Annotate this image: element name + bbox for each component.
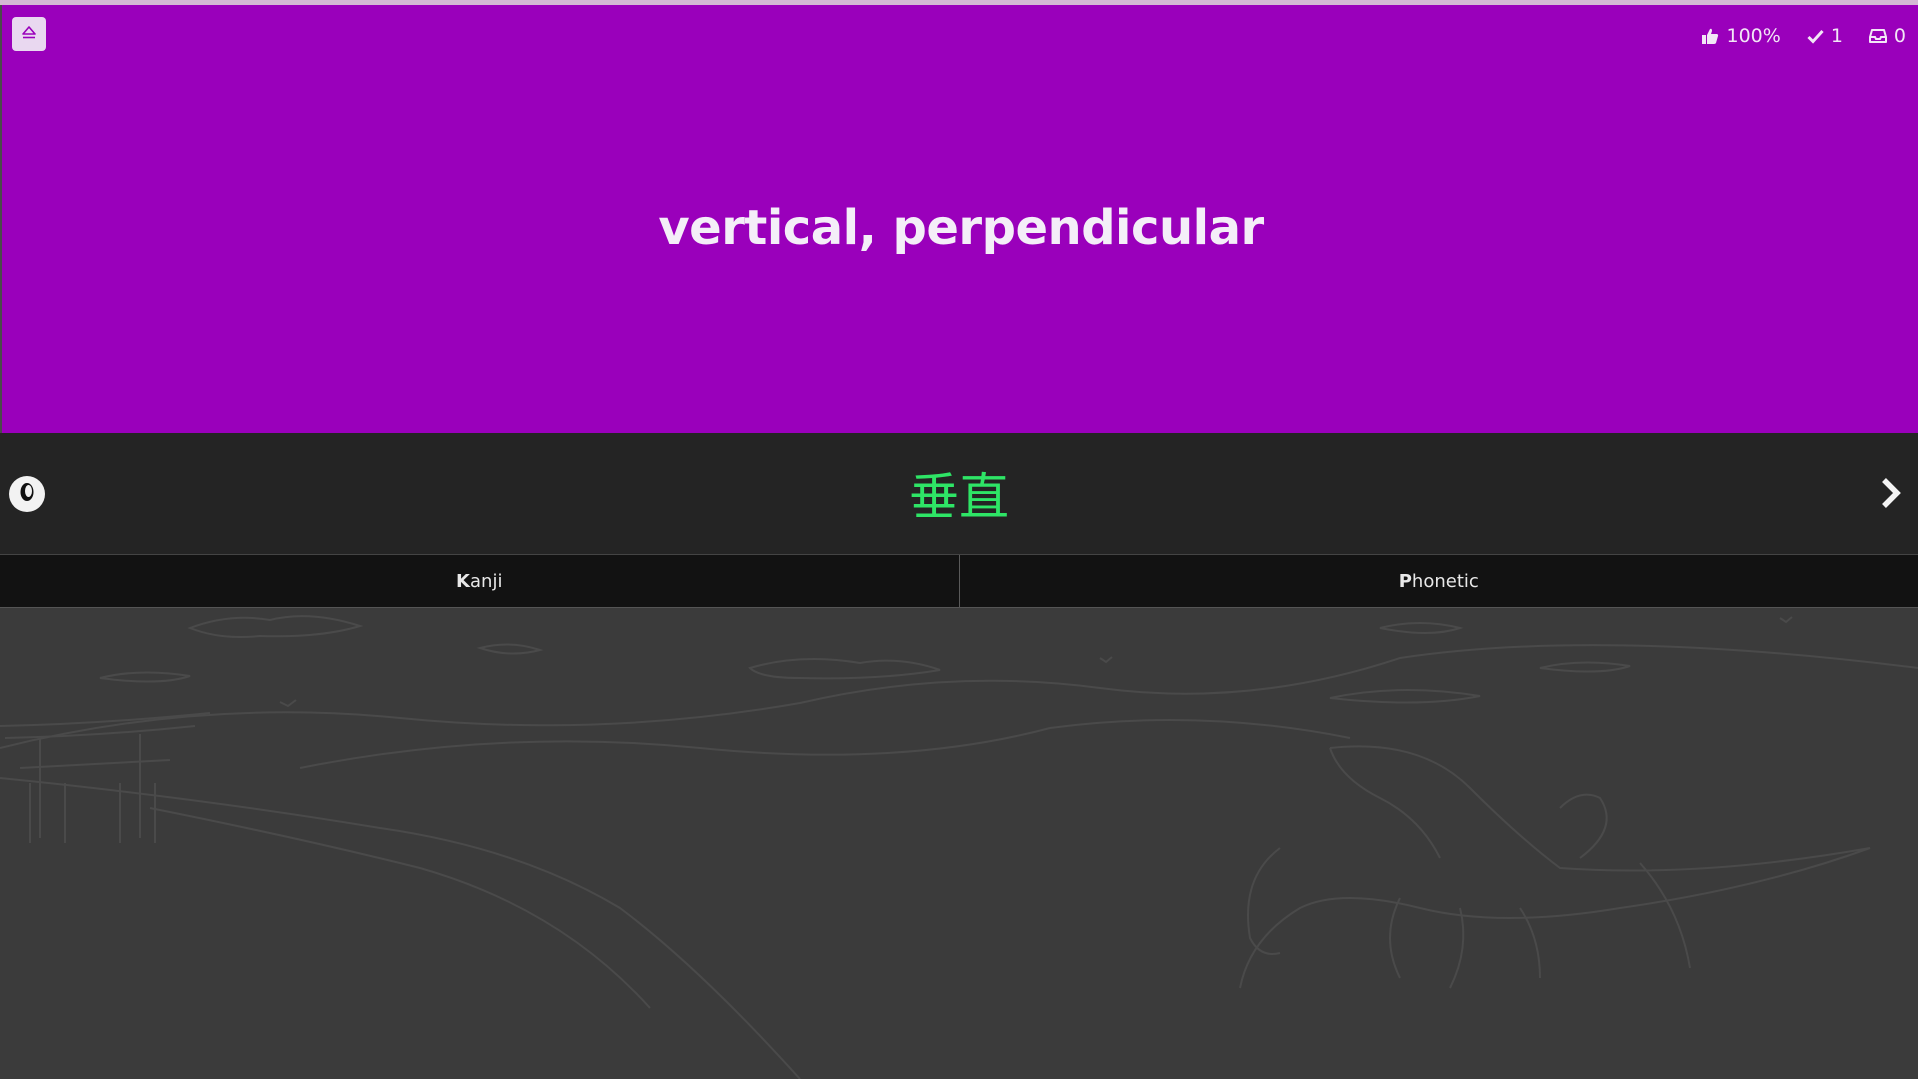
tab-phonetic-label: honetic [1411, 570, 1479, 592]
scenery-illustration [0, 615, 1918, 1079]
remaining-stat: 0 [1868, 25, 1906, 47]
inbox-icon [1868, 28, 1887, 44]
tab-kanji[interactable]: Kanji [0, 555, 959, 607]
eject-icon [22, 25, 36, 44]
review-page: 100% 1 0 vertical, perpendicular 垂直 K an… [0, 0, 1918, 1079]
correct-count: 1 [1830, 25, 1843, 47]
remaining-count: 0 [1893, 25, 1906, 47]
background-scenery [0, 608, 1918, 1079]
chevron-right-icon [1880, 477, 1902, 513]
accuracy-value: 100% [1726, 25, 1781, 47]
info-tabs: Kanji Phonetic [0, 554, 1918, 608]
tab-phonetic-hotkey: P [1398, 570, 1412, 592]
checkmark-icon [1807, 28, 1824, 45]
menu-button[interactable] [12, 17, 46, 51]
stats-bar: 100% 1 0 [1701, 25, 1906, 47]
tab-kanji-hotkey: K [456, 570, 470, 592]
prompt-meaning: vertical, perpendicular [658, 200, 1264, 256]
thumbs-up-icon [1701, 27, 1719, 45]
accuracy-stat: 100% [1701, 25, 1781, 47]
prompt-header: 100% 1 0 vertical, perpendicular [0, 5, 1918, 433]
answer-kanji: 垂直 [909, 468, 1009, 526]
next-button[interactable] [1872, 474, 1910, 516]
tab-kanji-label: anji [470, 570, 503, 592]
correct-stat: 1 [1807, 25, 1843, 47]
tab-phonetic[interactable]: Phonetic [958, 555, 1918, 607]
